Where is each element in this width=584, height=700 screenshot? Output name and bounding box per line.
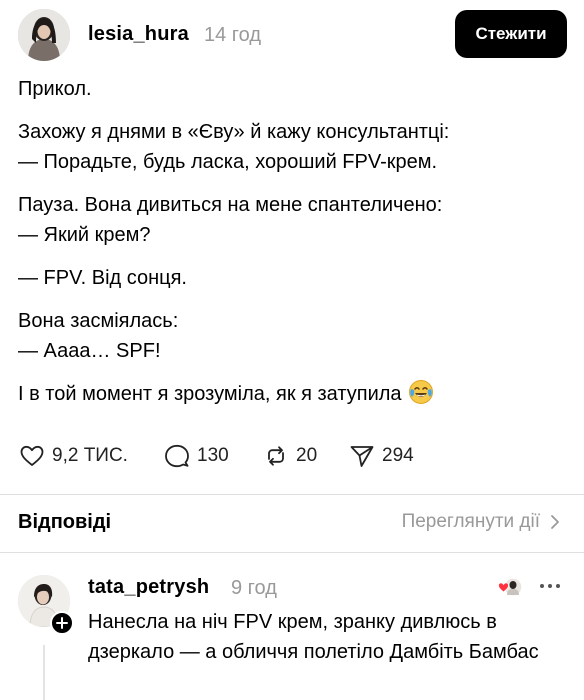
post-paragraph: Вона засміялась: [18, 310, 179, 332]
reply-author-username[interactable]: tata_petrysh [88, 576, 209, 599]
post-timestamp: 14 год [204, 24, 262, 46]
heart-outline-icon [20, 445, 44, 466]
post-paragraph: І в той момент я зрозуміла, як я затупил… [18, 383, 402, 405]
post-paragraph: — Порадьте, будь ласка, хороший FPV-крем… [18, 151, 438, 173]
chevron-right-icon [551, 515, 559, 529]
replies-header: Відповіді Переглянути дії [0, 495, 584, 552]
repost-button[interactable]: 20 [262, 440, 317, 472]
share-count: 294 [382, 445, 414, 466]
reply-timestamp: 9 год [231, 577, 277, 599]
like-button[interactable]: 9,2 ТИС. [18, 440, 128, 472]
more-dots-icon[interactable] [537, 579, 563, 593]
repost-count: 20 [296, 445, 318, 466]
plus-icon [56, 617, 68, 629]
reply-item: tata_petrysh 9 год Нанесла на ніч FPV кр… [0, 553, 584, 700]
post-paragraph: Захожу я днями в «Єву» й кажу консультан… [18, 121, 450, 143]
paper-plane-icon [350, 446, 374, 467]
liked-by-author-icon [498, 577, 523, 597]
view-activity-link[interactable]: Переглянути дії [402, 511, 560, 533]
like-count: 9,2 ТИС. [52, 445, 128, 466]
post-paragraph: — Аааа… SPF! [18, 340, 161, 362]
thread-line [43, 645, 45, 700]
author-username[interactable]: lesia_hura [88, 23, 189, 46]
view-activity-label: Переглянути дії [401, 511, 540, 532]
reply-count: 130 [197, 445, 229, 466]
post-header: lesia_hura 14 год Стежити [0, 0, 584, 70]
face-with-tears-of-joy-icon [408, 380, 433, 404]
post-actions: 9,2 ТИС. 130 20 294 [18, 440, 558, 472]
reply-button[interactable]: 130 [163, 440, 229, 472]
post-last-line: І в той момент я зрозуміла, як я затупил… [18, 379, 568, 409]
post-paragraph: Пауза. Вона дивиться на мене спантеличен… [18, 194, 443, 216]
follow-plus-badge[interactable] [50, 611, 74, 635]
speech-bubble-icon [165, 444, 189, 468]
replies-title: Відповіді [18, 511, 112, 533]
share-button[interactable]: 294 [348, 440, 414, 472]
post-paragraph: — Який крем? [18, 224, 151, 246]
repost-arrows-icon [268, 446, 284, 466]
post-text: Прикол. Захожу я днями в «Єву» й кажу ко… [18, 74, 568, 409]
reply-text: Нанесла на ніч FPV крем, зранку дивлюсь … [88, 611, 539, 663]
post-paragraph: — FPV. Від сонця. [18, 267, 187, 289]
author-avatar[interactable] [18, 9, 70, 61]
follow-button[interactable]: Стежити [455, 10, 567, 58]
post-paragraph: Прикол. [18, 78, 92, 100]
